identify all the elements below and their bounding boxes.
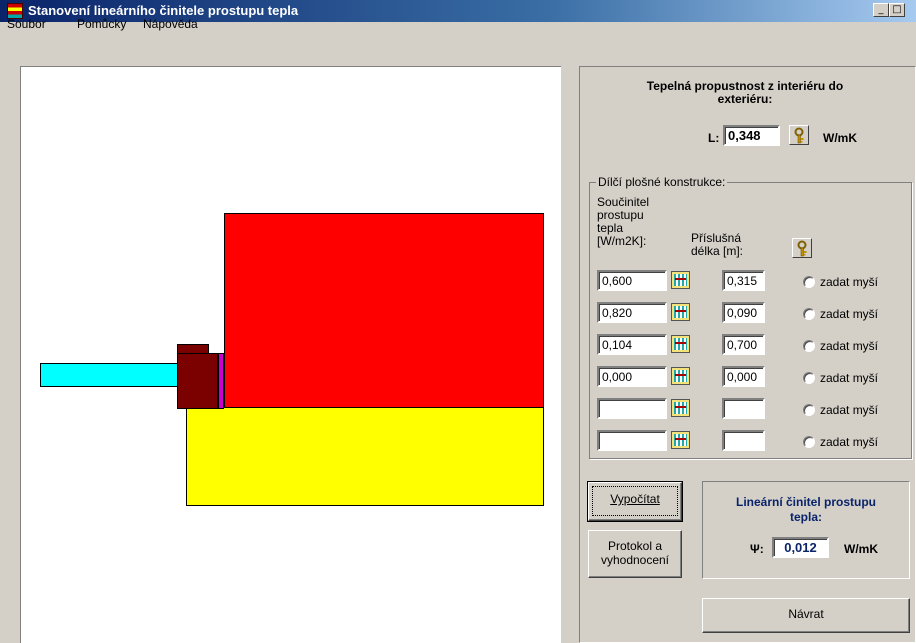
radio-label-6[interactable]: zadat myší bbox=[820, 435, 878, 449]
group-title: Dílčí plošné konstrukce: bbox=[596, 175, 728, 189]
calculator-icon[interactable] bbox=[671, 271, 690, 289]
length-field-2[interactable] bbox=[722, 302, 765, 323]
radio-mouse-3[interactable] bbox=[803, 340, 815, 352]
glazing-bar bbox=[40, 363, 178, 387]
radio-mouse-2[interactable] bbox=[803, 308, 815, 320]
l-unit: W/mK bbox=[823, 131, 857, 145]
focus-rect bbox=[592, 486, 678, 516]
l-label: L: bbox=[708, 131, 720, 145]
u-field-3[interactable] bbox=[597, 334, 667, 355]
calculator-icon[interactable] bbox=[671, 335, 690, 353]
length-field-4[interactable] bbox=[722, 366, 765, 387]
back-button[interactable]: Návrat bbox=[702, 598, 910, 633]
construction-canvas[interactable] bbox=[20, 66, 561, 643]
radio-mouse-1[interactable] bbox=[803, 276, 815, 288]
menu-napoveda[interactable]: Nápověda bbox=[143, 17, 198, 31]
calculator-icon[interactable] bbox=[671, 303, 690, 321]
interior-rect bbox=[224, 213, 544, 409]
key-icon bbox=[797, 240, 807, 257]
menu-bar bbox=[0, 22, 916, 42]
radio-label-5[interactable]: zadat myší bbox=[820, 403, 878, 417]
radio-label-2[interactable]: zadat myší bbox=[820, 307, 878, 321]
calculator-icon[interactable] bbox=[671, 367, 690, 385]
l-title: Tepelná propustnost z interiéru do exter… bbox=[646, 79, 844, 106]
length-column-header: Příslušná délka [m]: bbox=[691, 231, 744, 258]
radio-mouse-6[interactable] bbox=[803, 436, 815, 448]
radio-label-4[interactable]: zadat myší bbox=[820, 371, 878, 385]
maximize-button[interactable]: □ bbox=[889, 3, 905, 17]
result-unit: W/mK bbox=[844, 542, 878, 556]
l-help-button[interactable] bbox=[789, 125, 809, 145]
window-frame bbox=[177, 353, 218, 409]
result-title: Lineární činitel prostupu tepla: bbox=[735, 495, 876, 524]
result-value-field[interactable] bbox=[772, 537, 829, 558]
calculator-icon[interactable] bbox=[671, 431, 690, 449]
minimize-button[interactable]: _ bbox=[873, 3, 889, 17]
l-value-field[interactable] bbox=[723, 125, 780, 146]
radio-label-1[interactable]: zadat myší bbox=[820, 275, 878, 289]
length-field-6[interactable] bbox=[722, 430, 765, 451]
key-icon bbox=[794, 127, 804, 144]
menu-soubor[interactable]: Soubor bbox=[7, 17, 46, 31]
u-field-4[interactable] bbox=[597, 366, 667, 387]
radio-mouse-4[interactable] bbox=[803, 372, 815, 384]
menu-pomucky[interactable]: Pomůcky bbox=[77, 17, 126, 31]
radio-mouse-5[interactable] bbox=[803, 404, 815, 416]
calculator-icon[interactable] bbox=[671, 399, 690, 417]
psi-label: Ψ: bbox=[750, 542, 764, 556]
exterior-rect bbox=[186, 407, 544, 506]
u-column-header: Součinitel prostupu tepla [W/m2K]: bbox=[597, 195, 650, 248]
length-field-1[interactable] bbox=[722, 270, 765, 291]
length-field-3[interactable] bbox=[722, 334, 765, 355]
insulation-strip bbox=[218, 353, 224, 409]
u-field-2[interactable] bbox=[597, 302, 667, 323]
length-field-5[interactable] bbox=[722, 398, 765, 419]
window-title: Stanovení lineárního činitele prostupu t… bbox=[28, 3, 299, 18]
radio-label-3[interactable]: zadat myší bbox=[820, 339, 878, 353]
u-field-6[interactable] bbox=[597, 430, 667, 451]
u-field-5[interactable] bbox=[597, 398, 667, 419]
title-bar: Stanovení lineárního činitele prostupu t… bbox=[0, 0, 916, 22]
length-help-button[interactable] bbox=[792, 238, 812, 258]
protocol-button[interactable]: Protokol a vyhodnocení bbox=[588, 530, 682, 578]
u-field-1[interactable] bbox=[597, 270, 667, 291]
